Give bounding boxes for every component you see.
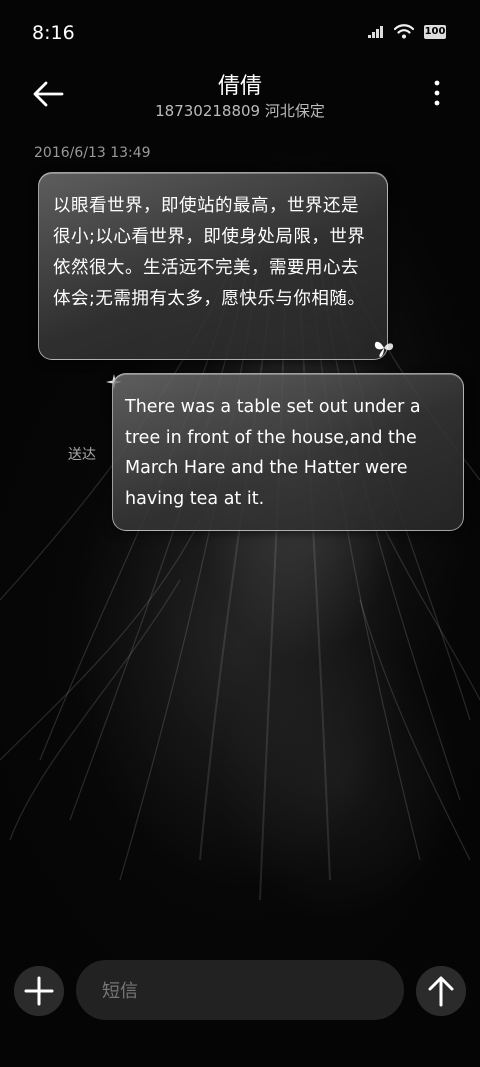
conversation-header: 倩倩 18730218809 河北保定 (0, 64, 480, 128)
sms-input[interactable] (100, 960, 394, 1022)
status-icons: 100 (368, 24, 446, 39)
message-timestamp: 2016/6/13 13:49 (34, 145, 151, 161)
delivery-status: 送达 (68, 447, 96, 463)
messages-screen: 8:16 100 倩倩 18730218809 河北保定 2016/6/13 1… (0, 0, 480, 1067)
add-attachment-button[interactable] (14, 966, 64, 1016)
contact-name: 倩倩 (217, 74, 262, 99)
send-button[interactable] (416, 966, 466, 1016)
outgoing-message-bubble[interactable]: There was a table set out under a tree i… (112, 373, 464, 531)
more-options-button[interactable] (432, 78, 442, 108)
butterfly-icon (374, 341, 394, 357)
status-time: 8:16 (32, 22, 75, 44)
incoming-message-text: 以眼看世界，即使站的最高，世界还是很小;以心看世界，即使身处局限，世界依然很大。… (53, 196, 366, 309)
status-bar: 8:16 100 (0, 0, 480, 64)
wifi-icon (394, 24, 414, 39)
outgoing-message-text: There was a table set out under a tree i… (125, 397, 421, 509)
battery-icon: 100 (424, 24, 446, 39)
signal-icon (368, 25, 383, 38)
incoming-message-bubble[interactable]: 以眼看世界，即使站的最高，世界还是很小;以心看世界，即使身处局限，世界依然很大。… (38, 172, 388, 360)
contact-subtitle: 18730218809 河北保定 (155, 102, 325, 120)
sms-input-container (76, 960, 404, 1022)
